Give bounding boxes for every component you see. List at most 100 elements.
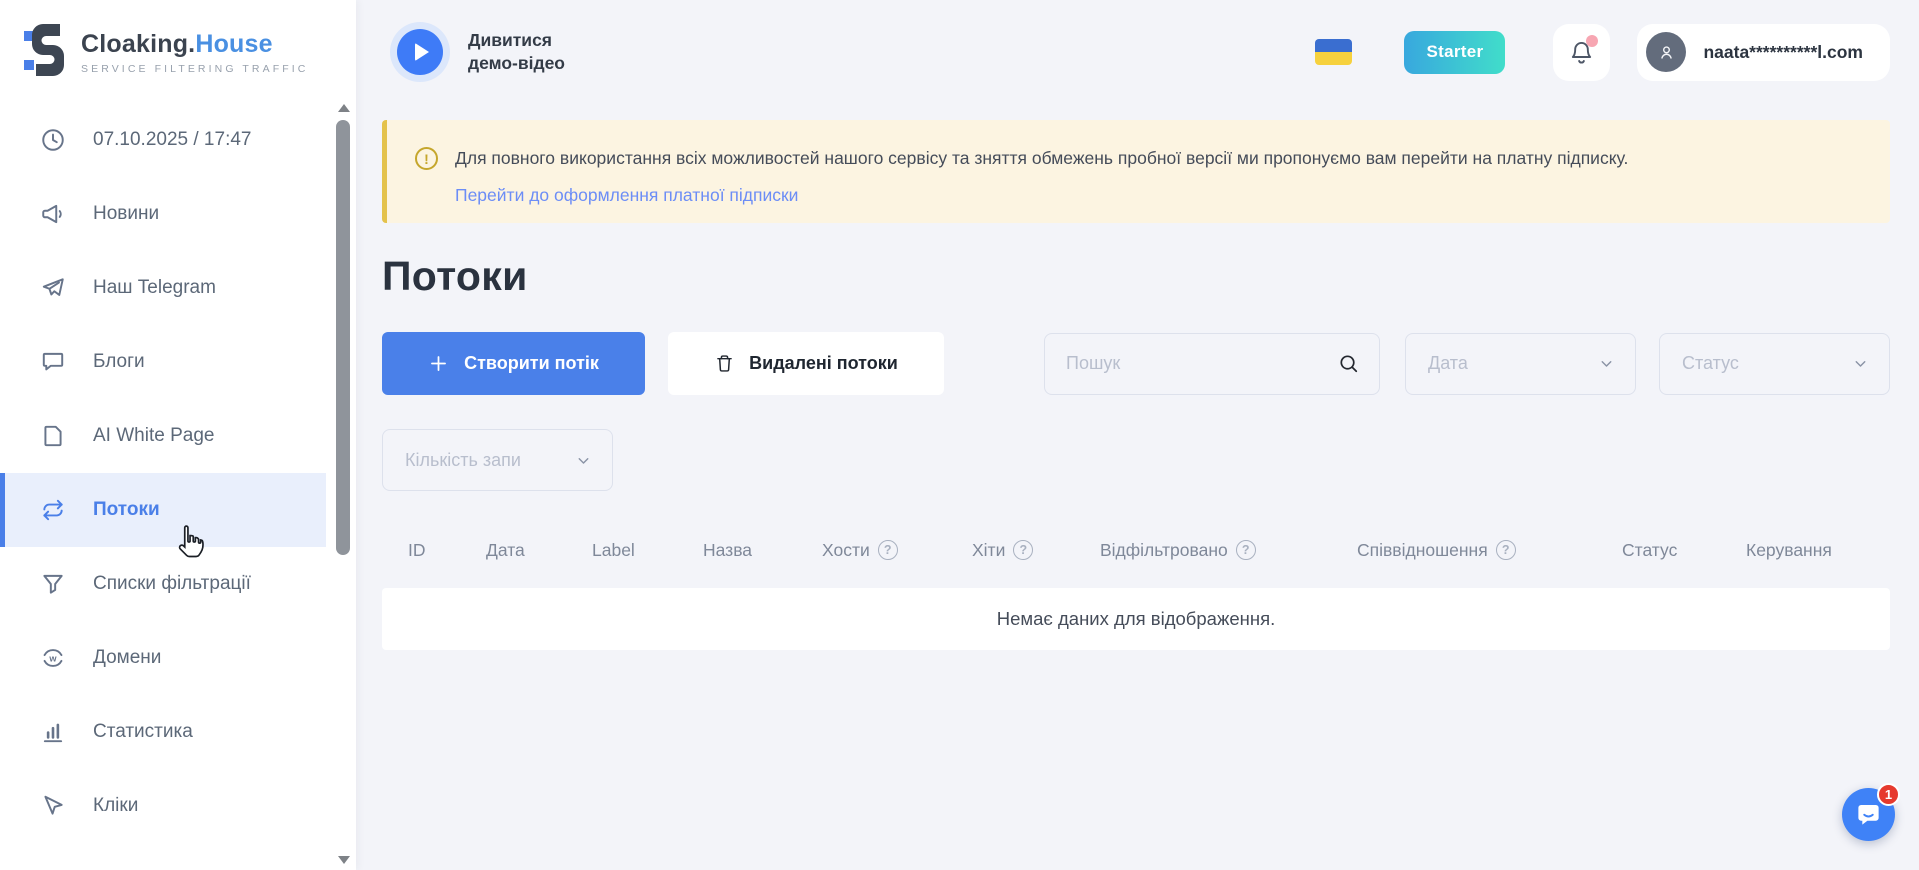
sidebar-item-news[interactable]: Новини bbox=[0, 177, 326, 251]
sidebar: Cloaking.House SERVICE FILTERING TRAFFIC… bbox=[0, 0, 356, 870]
create-flow-button[interactable]: Створити потік bbox=[382, 332, 645, 395]
column-label: Дата bbox=[486, 540, 525, 561]
play-icon bbox=[415, 43, 429, 61]
column-header-filtered: Відфільтровано? bbox=[1100, 540, 1357, 561]
telegram-icon bbox=[40, 275, 66, 301]
globe-w-icon: w bbox=[40, 645, 66, 671]
sidebar-item-label: Блоги bbox=[93, 351, 145, 373]
page-icon bbox=[40, 423, 66, 449]
help-icon[interactable]: ? bbox=[1236, 540, 1256, 560]
bar-chart-icon bbox=[40, 719, 66, 745]
page-title: Потоки bbox=[382, 253, 1890, 300]
column-label: Label bbox=[592, 540, 635, 561]
search-icon[interactable] bbox=[1337, 352, 1360, 375]
column-label: Керування bbox=[1746, 540, 1832, 561]
help-icon[interactable]: ? bbox=[1013, 540, 1033, 560]
column-label: Назва bbox=[703, 540, 752, 561]
column-header-manage: Керування bbox=[1746, 540, 1832, 561]
sidebar-item-domains[interactable]: w Домени bbox=[0, 621, 326, 695]
sidebar-item-ai-white-page[interactable]: AI White Page bbox=[0, 399, 326, 473]
column-header-status: Статус bbox=[1622, 540, 1746, 561]
notifications-button[interactable] bbox=[1553, 24, 1610, 81]
column-header-ratio: Співвідношення? bbox=[1357, 540, 1622, 561]
sidebar-item-label: AI White Page bbox=[93, 425, 214, 447]
column-header-date: Дата bbox=[486, 540, 592, 561]
plan-badge[interactable]: Starter bbox=[1404, 31, 1505, 74]
clock-icon bbox=[40, 127, 66, 153]
chevron-down-icon bbox=[1598, 355, 1615, 372]
upgrade-subscription-link[interactable]: Перейти до оформлення платної підписки bbox=[455, 185, 798, 206]
sidebar-item-label: Наш Telegram bbox=[93, 277, 216, 299]
trial-warning-banner: ! Для повного використання всіх можливос… bbox=[382, 120, 1890, 223]
user-menu[interactable]: naata**********l.com bbox=[1637, 24, 1890, 81]
logo-subtitle: SERVICE FILTERING TRAFFIC bbox=[81, 63, 308, 75]
sidebar-item-clicks[interactable]: Кліки bbox=[0, 769, 326, 843]
sidebar-item-blogs[interactable]: Блоги bbox=[0, 325, 326, 399]
per-page-dropdown[interactable]: Кількість запи bbox=[382, 429, 613, 491]
demo-video-label[interactable]: Дивитися демо-відео bbox=[468, 29, 565, 75]
table-empty-state: Немає даних для відображення. bbox=[382, 588, 1890, 650]
scrollbar-up-arrow[interactable] bbox=[338, 104, 350, 112]
sidebar-item-date-time[interactable]: 07.10.2025 / 17:47 bbox=[0, 103, 326, 177]
date-filter-dropdown[interactable]: Дата bbox=[1405, 333, 1636, 395]
logo-title: Cloaking.House bbox=[81, 30, 308, 59]
sidebar-item-flows[interactable]: Потоки bbox=[0, 473, 326, 547]
cursor-icon bbox=[40, 793, 66, 819]
column-label: Статус bbox=[1622, 540, 1677, 561]
search-input[interactable] bbox=[1066, 353, 1337, 374]
per-page-row: Кількість запи bbox=[382, 429, 1890, 491]
demo-video-play-button[interactable] bbox=[397, 29, 443, 75]
topbar-right: Starter naata**********l.c bbox=[1315, 24, 1890, 81]
table-header: IDДатаLabelНазваХости?Хіти?Відфільтрован… bbox=[382, 525, 1890, 575]
funnel-icon bbox=[40, 571, 66, 597]
column-label: ID bbox=[408, 540, 426, 561]
app: Cloaking.House SERVICE FILTERING TRAFFIC… bbox=[0, 0, 1919, 870]
logo-icon bbox=[24, 24, 68, 81]
chat-bubble-icon bbox=[1855, 801, 1882, 828]
svg-text:w: w bbox=[48, 653, 57, 663]
column-label: Хости bbox=[822, 540, 870, 561]
sidebar-item-label: 07.10.2025 / 17:47 bbox=[93, 129, 251, 151]
banner-text: Для повного використання всіх можливосте… bbox=[455, 145, 1628, 171]
chat-icon bbox=[40, 349, 66, 375]
chevron-down-icon bbox=[1852, 355, 1869, 372]
scrollbar-thumb[interactable] bbox=[336, 120, 350, 555]
sidebar-item-label: Статистика bbox=[93, 721, 193, 743]
column-label: Відфільтровано bbox=[1100, 540, 1228, 561]
user-email: naata**********l.com bbox=[1703, 42, 1863, 63]
topbar: Дивитися демо-відео Starter bbox=[382, 0, 1890, 92]
sidebar-item-telegram[interactable]: Наш Telegram bbox=[0, 251, 326, 325]
column-label: Співвідношення bbox=[1357, 540, 1488, 561]
deleted-flows-button[interactable]: Видалені потоки bbox=[668, 332, 944, 395]
megaphone-icon bbox=[40, 201, 66, 227]
logo-text: Cloaking.House SERVICE FILTERING TRAFFIC bbox=[81, 30, 308, 75]
sidebar-item-label: Новини bbox=[93, 203, 159, 225]
logo[interactable]: Cloaking.House SERVICE FILTERING TRAFFIC bbox=[0, 0, 356, 81]
avatar bbox=[1646, 32, 1686, 72]
column-header-hosts: Хости? bbox=[822, 540, 972, 561]
user-icon bbox=[1656, 42, 1677, 63]
warning-circle-icon: ! bbox=[415, 147, 438, 170]
column-header-label: Label bbox=[592, 540, 703, 561]
chevron-down-icon bbox=[575, 452, 592, 469]
chat-widget-button[interactable]: 1 bbox=[1842, 788, 1895, 841]
toolbar: Створити потік Видалені потоки Дата Стат… bbox=[382, 332, 1890, 395]
column-header-name: Назва bbox=[703, 540, 822, 561]
sidebar-item-filter-lists[interactable]: Списки фільтрації bbox=[0, 547, 326, 621]
sidebar-scrollbar[interactable] bbox=[335, 104, 353, 864]
column-label: Хіти bbox=[972, 540, 1005, 561]
help-icon[interactable]: ? bbox=[878, 540, 898, 560]
sync-icon bbox=[40, 497, 66, 523]
main-content: Дивитися демо-відео Starter bbox=[356, 0, 1919, 870]
sidebar-item-statistics[interactable]: Статистика bbox=[0, 695, 326, 769]
help-icon[interactable]: ? bbox=[1496, 540, 1516, 560]
notification-dot bbox=[1586, 35, 1598, 47]
scrollbar-down-arrow[interactable] bbox=[338, 856, 350, 864]
sidebar-item-label: Домени bbox=[93, 647, 161, 669]
status-filter-dropdown[interactable]: Статус bbox=[1659, 333, 1890, 395]
plus-icon bbox=[428, 353, 449, 374]
trash-icon bbox=[714, 353, 735, 374]
sidebar-item-label: Потоки bbox=[93, 499, 160, 521]
chat-unread-badge: 1 bbox=[1877, 783, 1900, 806]
language-flag-ukraine[interactable] bbox=[1315, 39, 1352, 65]
